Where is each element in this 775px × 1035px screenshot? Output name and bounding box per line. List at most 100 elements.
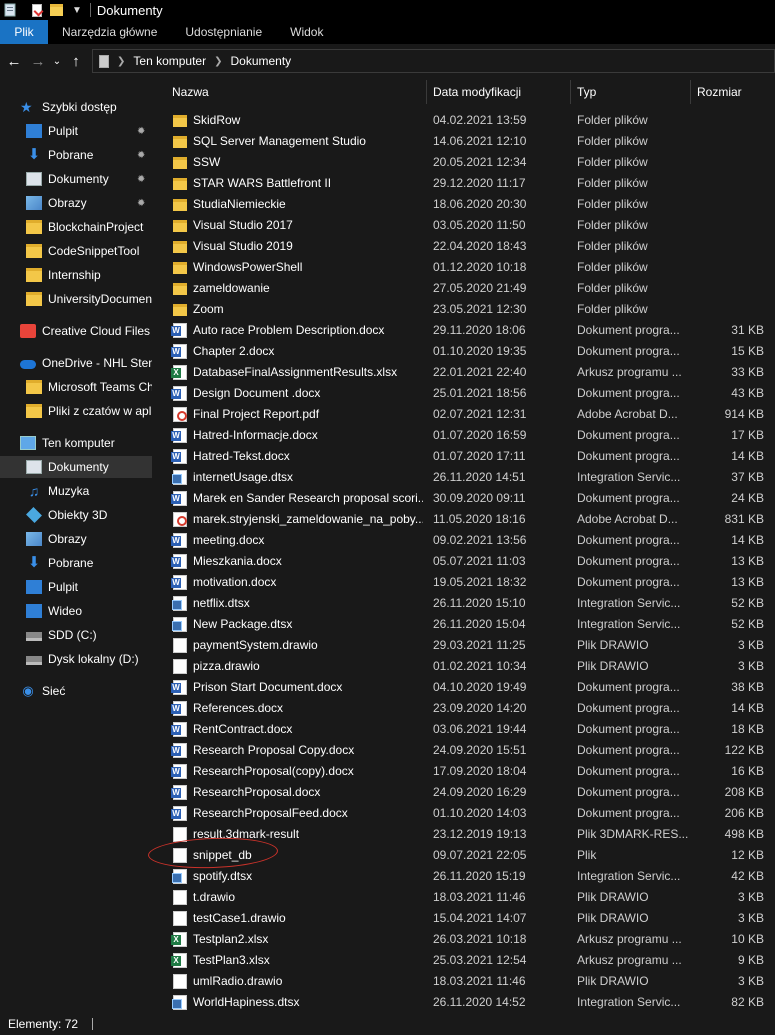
file-size: 38 KB xyxy=(731,680,764,694)
sidebar-item[interactable]: Dysk lokalny (D:) xyxy=(0,648,152,670)
recent-locations-icon[interactable]: ⌄ xyxy=(50,56,64,67)
file-size: 18 KB xyxy=(731,722,764,736)
tab-view[interactable]: Widok xyxy=(276,20,337,44)
file-row[interactable]: DatabaseFinalAssignmentResults.xlsx 22.01… xyxy=(152,362,775,383)
sidebar-item[interactable]: ⬇ Pobrane ✹ xyxy=(0,144,152,166)
column-type[interactable]: Typ xyxy=(571,80,690,104)
file-row[interactable]: umlRadio.drawio 18.03.2021 11:46 Plik DRAW… xyxy=(152,971,775,992)
file-row[interactable]: Hatred-Informacje.docx 01.07.2020 16:59 Do… xyxy=(152,425,775,446)
file-name: ResearchProposalFeed.docx xyxy=(193,806,348,820)
file-row[interactable]: marek.stryjenski_zameldowanie_na_poby...… xyxy=(152,509,775,530)
customize-quick-access-icon[interactable]: ▼ xyxy=(72,5,82,16)
sidebar-item[interactable]: BlockchainProject xyxy=(0,216,152,238)
file-row[interactable]: StudiaNiemieckie 18.06.2020 20:30 Folder p… xyxy=(152,194,775,215)
new-folder-icon[interactable] xyxy=(50,4,63,16)
sidebar-item[interactable]: Internship xyxy=(0,264,152,286)
file-row[interactable]: Final Project Report.pdf 02.07.2021 12:31… xyxy=(152,404,775,425)
file-size xyxy=(697,131,764,152)
file-row[interactable]: Design Document .docx 25.01.2021 18:56 Dok… xyxy=(152,383,775,404)
pin-icon[interactable]: ✹ xyxy=(137,198,145,209)
file-size: 43 KB xyxy=(731,386,764,400)
sidebar-item[interactable]: ⬇ Pobrane xyxy=(0,552,152,574)
file-row[interactable]: ResearchProposal(copy).docx 17.09.2020 18… xyxy=(152,761,775,782)
file-row[interactable]: WindowsPowerShell 01.12.2020 10:18 Folder … xyxy=(152,257,775,278)
sidebar-item[interactable]: Pliki z czatów w apli xyxy=(0,400,152,422)
file-row[interactable]: Visual Studio 2017 03.05.2020 11:50 Folder… xyxy=(152,215,775,236)
sidebar-item[interactable]: Microsoft Teams Ch xyxy=(0,376,152,398)
file-row[interactable]: Prison Start Document.docx 04.10.2020 19:… xyxy=(152,677,775,698)
file-type: Folder plików xyxy=(577,155,648,169)
sidebar-item[interactable]: Pulpit xyxy=(0,576,152,598)
sidebar-item[interactable]: Creative Cloud Files xyxy=(0,320,152,342)
tab-file[interactable]: Plik xyxy=(0,20,48,44)
file-row[interactable]: Marek en Sander Research proposal scori.… xyxy=(152,488,775,509)
file-row[interactable]: paymentSystem.drawio 29.03.2021 11:25 Plik… xyxy=(152,635,775,656)
sidebar-item[interactable]: Obrazy ✹ xyxy=(0,192,152,214)
column-size[interactable]: Rozmiar xyxy=(691,80,771,104)
breadcrumb-this-pc[interactable]: Ten komputer xyxy=(133,54,206,68)
file-row[interactable]: SSW 20.05.2021 12:34 Folder plików xyxy=(152,152,775,173)
file-row[interactable]: References.docx 23.09.2020 14:20 Dokument … xyxy=(152,698,775,719)
sidebar-item[interactable]: Obiekty 3D xyxy=(0,504,152,526)
file-row[interactable]: spotify.dtsx 26.11.2020 15:19 Integration … xyxy=(152,866,775,887)
file-row[interactable]: Mieszkania.docx 05.07.2021 11:03 Dokument … xyxy=(152,551,775,572)
sidebar-item[interactable]: Ten komputer xyxy=(0,432,152,454)
breadcrumb-documents[interactable]: Dokumenty xyxy=(230,54,291,68)
up-icon[interactable]: ↑ xyxy=(64,53,88,70)
file-row[interactable]: STAR WARS Battlefront II 29.12.2020 11:17… xyxy=(152,173,775,194)
pin-icon[interactable]: ✹ xyxy=(137,150,145,161)
sidebar-item[interactable]: Dokumenty xyxy=(0,456,152,478)
pin-icon[interactable]: ✹ xyxy=(137,174,145,185)
file-row[interactable]: Zoom 23.05.2021 12:30 Folder plików xyxy=(152,299,775,320)
file-row[interactable]: result.3dmark-result 23.12.2019 19:13 Plik… xyxy=(152,824,775,845)
tab-share[interactable]: Udostępnianie xyxy=(171,20,276,44)
file-row[interactable]: snippet_db 09.07.2021 22:05 Plik 12 KB xyxy=(152,845,775,866)
chevron-right-icon[interactable]: ❯ xyxy=(214,56,222,67)
file-row[interactable]: Research Proposal Copy.docx 24.09.2020 15… xyxy=(152,740,775,761)
file-name: meeting.docx xyxy=(193,533,265,547)
sidebar-item[interactable]: Wideo xyxy=(0,600,152,622)
file-row[interactable]: meeting.docx 09.02.2021 13:56 Dokument pro… xyxy=(152,530,775,551)
file-row[interactable]: ResearchProposalFeed.docx 01.10.2020 14:0… xyxy=(152,803,775,824)
file-row[interactable]: motivation.docx 19.05.2021 18:32 Dokument … xyxy=(152,572,775,593)
sidebar-item[interactable]: ♫ Muzyka xyxy=(0,480,152,502)
sidebar-item[interactable]: ★ Szybki dostęp xyxy=(0,96,152,118)
file-row[interactable]: SkidRow 04.02.2021 13:59 Folder plików xyxy=(152,110,775,131)
sidebar-item[interactable]: CodeSnippetTool xyxy=(0,240,152,262)
file-row[interactable]: testCase1.drawio 15.04.2021 14:07 Plik DRA… xyxy=(152,908,775,929)
file-row[interactable]: TestPlan3.xlsx 25.03.2021 12:54 Arkusz pro… xyxy=(152,950,775,971)
file-row[interactable]: pizza.drawio 01.02.2021 10:34 Plik DRAWIO 3… xyxy=(152,656,775,677)
pin-icon[interactable]: ✹ xyxy=(137,126,145,137)
sidebar-item-label: Dysk lokalny (D:) xyxy=(48,652,139,666)
tab-home[interactable]: Narzędzia główne xyxy=(48,20,171,44)
file-row[interactable]: Hatred-Tekst.docx 01.07.2020 17:11 Dokumen… xyxy=(152,446,775,467)
column-date-modified[interactable]: Data modyfikacji xyxy=(427,80,570,104)
sidebar-item[interactable]: Dokumenty ✹ xyxy=(0,168,152,190)
sidebar-item[interactable]: Obrazy xyxy=(0,528,152,550)
file-size: 10 KB xyxy=(731,932,764,946)
file-row[interactable]: zameldowanie 27.05.2020 21:49 Folder plikó… xyxy=(152,278,775,299)
sidebar-item[interactable]: UniversityDocumen xyxy=(0,288,152,310)
file-row[interactable]: ResearchProposal.docx 24.09.2020 16:29 Dok… xyxy=(152,782,775,803)
file-row[interactable]: WorldHapiness.dtsx 26.11.2020 14:52 Integr… xyxy=(152,992,775,1012)
sidebar-item[interactable]: ◉ Sieć xyxy=(0,680,152,702)
file-row[interactable]: Testplan2.xlsx 26.03.2021 10:18 Arkusz pro… xyxy=(152,929,775,950)
file-row[interactable]: New Package.dtsx 26.11.2020 15:04 Integrat… xyxy=(152,614,775,635)
file-row[interactable]: t.drawio 18.03.2021 11:46 Plik DRAWIO 3 KB xyxy=(152,887,775,908)
file-row[interactable]: netflix.dtsx 26.11.2020 15:10 Integration … xyxy=(152,593,775,614)
address-bar[interactable]: ❯ Ten komputer ❯ Dokumenty xyxy=(92,49,775,73)
file-row[interactable]: RentContract.docx 03.06.2021 19:44 Dokumen… xyxy=(152,719,775,740)
sidebar-item[interactable]: Pulpit ✹ xyxy=(0,120,152,142)
back-icon[interactable]: ← xyxy=(2,53,26,70)
sidebar-item[interactable]: SDD (C:) xyxy=(0,624,152,646)
file-row[interactable]: Chapter 2.docx 01.10.2020 19:35 Dokument p… xyxy=(152,341,775,362)
file-row[interactable]: SQL Server Management Studio 14.06.2021 1… xyxy=(152,131,775,152)
file-row[interactable]: Auto race Problem Description.docx 29.11.… xyxy=(152,320,775,341)
chevron-right-icon[interactable]: ❯ xyxy=(117,56,125,67)
file-row[interactable]: Visual Studio 2019 22.04.2020 18:43 Folder… xyxy=(152,236,775,257)
properties-icon[interactable] xyxy=(32,3,42,17)
sidebar-item[interactable]: OneDrive - NHL Sten xyxy=(0,352,152,374)
forward-icon[interactable]: → xyxy=(26,53,50,70)
file-row[interactable]: internetUsage.dtsx 26.11.2020 14:51 Integr… xyxy=(152,467,775,488)
column-name[interactable]: Nazwa xyxy=(166,80,426,104)
